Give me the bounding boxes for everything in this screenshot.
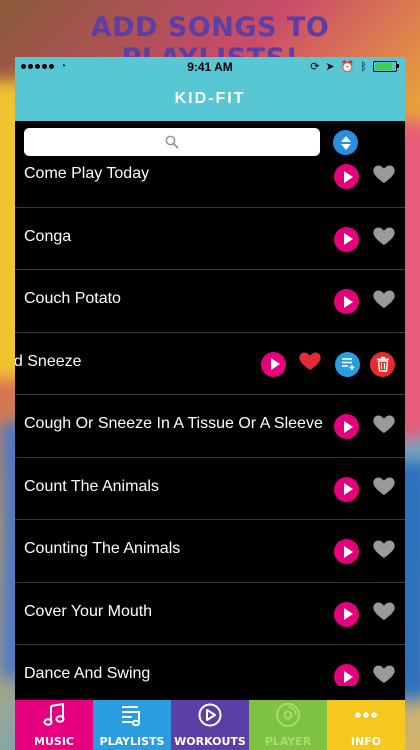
song-title: nd Sneeze <box>15 352 82 370</box>
play-button[interactable] <box>334 476 359 502</box>
favorite-button[interactable] <box>371 476 397 502</box>
add-playlist-icon <box>341 358 354 370</box>
heart-icon <box>372 412 396 441</box>
favorite-button[interactable] <box>371 226 397 252</box>
tab-label: WORKOUTS <box>174 735 246 748</box>
song-title: Conga <box>24 227 72 245</box>
tab-label: PLAYLISTS <box>99 735 165 748</box>
favorite-button[interactable] <box>371 663 397 686</box>
heart-icon <box>372 599 396 628</box>
tab-bar: MUSIC PLAYLISTS WORKOUTS PLAYER INFO <box>15 700 405 750</box>
playlist-icon <box>119 702 145 735</box>
heart-icon <box>372 224 396 253</box>
phone-screen: ◔ 9:41 AM ⟳ ➤ ⏰ ᛒ KID-FIT Come Play Toda… <box>15 57 405 750</box>
location-icon: ➤ <box>325 61 335 73</box>
play-circle-icon <box>197 702 223 735</box>
song-row[interactable]: Cover Your Mouth <box>15 583 405 645</box>
favorite-button[interactable] <box>297 351 323 377</box>
delete-button[interactable] <box>370 351 395 377</box>
tab-player[interactable]: PLAYER <box>249 700 327 750</box>
search-input[interactable] <box>24 128 320 156</box>
play-button[interactable] <box>261 351 286 377</box>
heart-icon <box>372 162 396 191</box>
tab-music[interactable]: MUSIC <box>15 700 93 750</box>
play-button[interactable] <box>334 226 359 252</box>
song-row[interactable]: Conga <box>15 208 405 270</box>
alarm-icon: ⏰ <box>340 61 355 73</box>
heart-icon <box>372 474 396 503</box>
add-to-playlist-button[interactable] <box>335 351 360 377</box>
play-button[interactable] <box>334 164 359 189</box>
favorite-button[interactable] <box>371 288 397 314</box>
favorite-button[interactable] <box>371 601 397 627</box>
song-title: Counting The Animals <box>24 540 181 557</box>
search-icon <box>165 135 179 149</box>
play-button[interactable] <box>334 601 359 627</box>
song-row[interactable]: Counting The Animals <box>15 520 405 583</box>
heart-icon <box>372 287 396 316</box>
tab-label: PLAYER <box>264 735 312 748</box>
search-row <box>15 128 405 158</box>
song-row[interactable]: nd Sneeze <box>15 333 405 395</box>
song-title: Come Play Today <box>24 165 150 182</box>
heart-icon <box>372 537 396 566</box>
tab-info[interactable]: INFO <box>327 700 405 750</box>
sort-button[interactable] <box>333 130 358 155</box>
song-row[interactable]: Count The Animals <box>15 458 405 520</box>
favorite-button[interactable] <box>371 413 397 439</box>
play-button[interactable] <box>334 664 359 686</box>
play-button[interactable] <box>334 414 359 439</box>
play-button[interactable] <box>334 289 359 314</box>
trash-icon <box>376 356 389 372</box>
heart-icon <box>372 662 396 687</box>
dots-icon <box>353 702 379 735</box>
song-title: Dance And Swing <box>24 665 151 682</box>
favorite-button[interactable] <box>371 163 397 189</box>
bluetooth-icon: ᛒ <box>360 60 367 73</box>
song-title: Couch Potato <box>24 290 121 307</box>
disc-icon <box>275 702 301 735</box>
favorite-button[interactable] <box>371 538 397 564</box>
song-row[interactable]: Couch Potato <box>15 270 405 333</box>
song-title: Cough Or Sneeze In A Tissue Or A Sleeve <box>24 415 323 432</box>
app-title: KID-FIT <box>174 90 246 107</box>
song-list[interactable]: Come Play Today Conga Couch Potato nd Sneez… <box>15 145 405 686</box>
battery-icon <box>373 61 399 72</box>
song-row[interactable]: Cough Or Sneeze In A Tissue Or A Sleeve <box>15 395 405 458</box>
status-bar: ◔ 9:41 AM ⟳ ➤ ⏰ ᛒ <box>15 57 405 77</box>
tab-workouts[interactable]: WORKOUTS <box>171 700 249 750</box>
song-title: Cover Your Mouth <box>24 602 153 620</box>
sort-arrows-icon <box>340 135 351 150</box>
song-title: Count The Animals <box>24 477 159 495</box>
heart-icon <box>298 349 322 378</box>
nav-bar: KID-FIT <box>15 77 405 121</box>
tab-label: INFO <box>350 735 382 748</box>
song-row[interactable]: Dance And Swing <box>15 645 405 686</box>
tab-label: MUSIC <box>34 735 74 748</box>
play-button[interactable] <box>334 539 359 564</box>
rotation-lock-icon: ⟳ <box>310 61 320 73</box>
tab-playlists[interactable]: PLAYLISTS <box>93 700 171 750</box>
song-list-container[interactable]: Come Play Today Conga Couch Potato nd Sneez… <box>15 121 405 686</box>
music-note-icon <box>41 702 67 735</box>
